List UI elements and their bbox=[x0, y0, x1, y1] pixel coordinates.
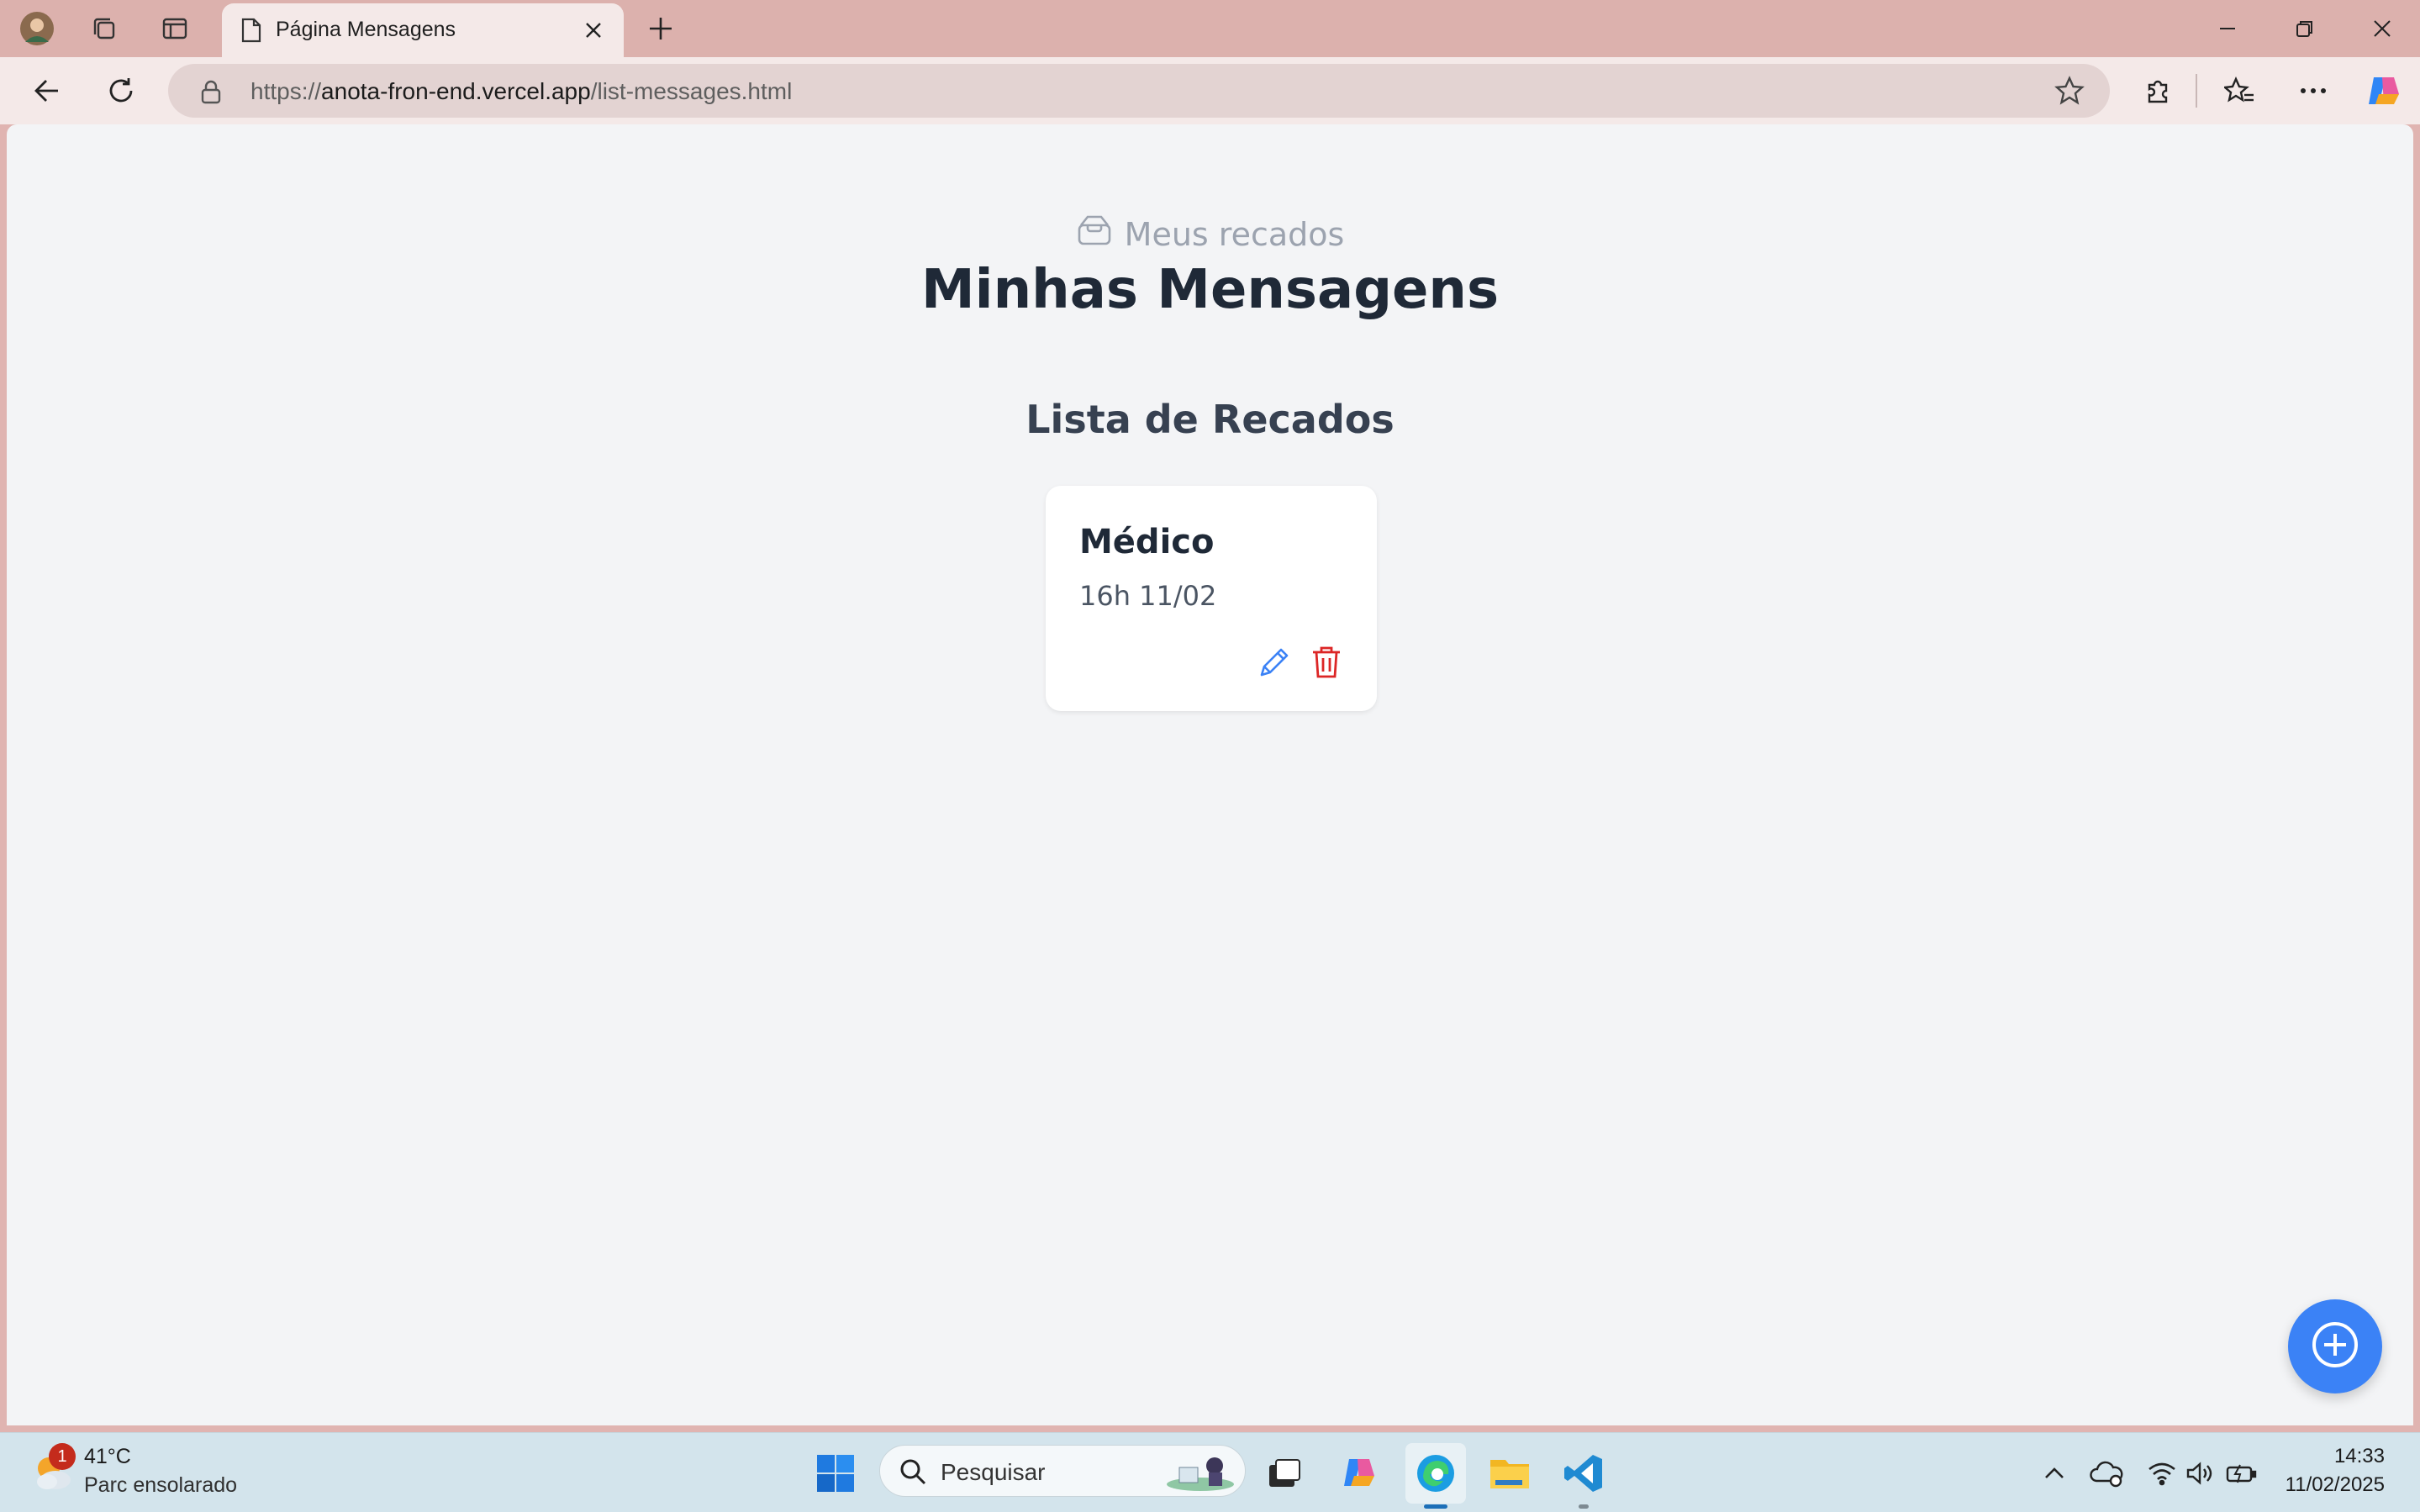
edit-button[interactable] bbox=[1254, 644, 1294, 684]
volume-icon[interactable] bbox=[2184, 1457, 2217, 1490]
pencil-icon bbox=[1257, 645, 1292, 683]
page-icon bbox=[240, 17, 262, 47]
close-tab-icon[interactable] bbox=[578, 15, 609, 45]
message-card: Médico 16h 11/02 bbox=[1046, 486, 1377, 711]
file-explorer-icon[interactable] bbox=[1479, 1443, 1540, 1504]
tab-bar: Página Mensagens bbox=[0, 0, 2420, 57]
tab-active[interactable]: Página Mensagens bbox=[222, 3, 624, 57]
page-viewport: Meus recados Minhas Mensagens Lista de R… bbox=[7, 124, 2413, 1425]
wifi-icon[interactable] bbox=[2145, 1457, 2179, 1490]
trash-icon bbox=[1310, 645, 1342, 683]
taskbar-search[interactable]: Pesquisar bbox=[879, 1445, 1246, 1497]
message-title: Médico bbox=[1079, 523, 1215, 561]
clock-date[interactable]: 11/02/2025 bbox=[2286, 1473, 2385, 1497]
copilot-icon[interactable] bbox=[2360, 69, 2407, 113]
back-button[interactable] bbox=[24, 69, 71, 113]
message-detail: 16h 11/02 bbox=[1079, 580, 1217, 612]
refresh-button[interactable] bbox=[98, 69, 145, 113]
search-highlight-image bbox=[1163, 1451, 1238, 1496]
weather-temp[interactable]: 41°C bbox=[84, 1445, 131, 1469]
favorite-star-icon[interactable] bbox=[2054, 76, 2085, 109]
battery-icon[interactable] bbox=[2224, 1457, 2258, 1490]
tab-title: Página Mensagens bbox=[276, 18, 456, 41]
active-indicator bbox=[1424, 1504, 1447, 1509]
vscode-icon[interactable] bbox=[1553, 1443, 1614, 1509]
eyebrow-text: Meus recados bbox=[1124, 215, 1345, 253]
restore-button[interactable] bbox=[2280, 8, 2330, 49]
lock-icon[interactable] bbox=[200, 79, 222, 108]
page-eyebrow: Meus recados bbox=[7, 213, 2413, 255]
delete-button[interactable] bbox=[1306, 644, 1347, 684]
browser-toolbar: https://anota-fron-end.vercel.app/list-m… bbox=[0, 57, 2420, 124]
clock-time[interactable]: 14:33 bbox=[2334, 1445, 2385, 1468]
address-bar[interactable]: https://anota-fron-end.vercel.app/list-m… bbox=[168, 64, 2110, 118]
more-options-icon[interactable] bbox=[2290, 69, 2337, 113]
task-view-icon[interactable] bbox=[1254, 1443, 1315, 1504]
weather-desc[interactable]: Parc ensolarado bbox=[84, 1473, 237, 1498]
workspaces-icon[interactable] bbox=[84, 8, 124, 49]
new-tab-button[interactable] bbox=[641, 8, 681, 49]
close-window-button[interactable] bbox=[2357, 8, 2407, 49]
inbox-icon bbox=[1076, 213, 1113, 255]
search-placeholder: Pesquisar bbox=[941, 1459, 1046, 1485]
list-title: Lista de Recados bbox=[1025, 397, 1395, 442]
minimize-button[interactable] bbox=[2202, 8, 2253, 49]
onedrive-sync-icon[interactable] bbox=[2090, 1457, 2123, 1490]
edge-taskbar-icon[interactable] bbox=[1405, 1443, 1466, 1509]
add-message-button[interactable] bbox=[2288, 1299, 2382, 1393]
running-indicator bbox=[1579, 1504, 1589, 1509]
chevron-up-icon[interactable] bbox=[2038, 1457, 2071, 1490]
plus-circle-icon bbox=[2310, 1320, 2360, 1373]
vertical-tabs-icon[interactable] bbox=[155, 8, 195, 49]
page-title: Minhas Mensagens bbox=[920, 259, 1500, 321]
start-button[interactable] bbox=[805, 1443, 866, 1504]
taskbar: 1 41°C Parc ensolarado Pesquisar 14:33 1… bbox=[0, 1432, 2420, 1512]
favorites-icon[interactable] bbox=[2216, 69, 2263, 113]
copilot-taskbar-icon[interactable] bbox=[1330, 1443, 1390, 1504]
profile-avatar[interactable] bbox=[17, 8, 57, 49]
url-text[interactable]: https://anota-fron-end.vercel.app/list-m… bbox=[250, 78, 792, 105]
extensions-icon[interactable] bbox=[2135, 69, 2182, 113]
search-icon bbox=[899, 1457, 927, 1489]
toolbar-divider bbox=[2196, 74, 2197, 108]
weather-badge: 1 bbox=[49, 1443, 76, 1470]
